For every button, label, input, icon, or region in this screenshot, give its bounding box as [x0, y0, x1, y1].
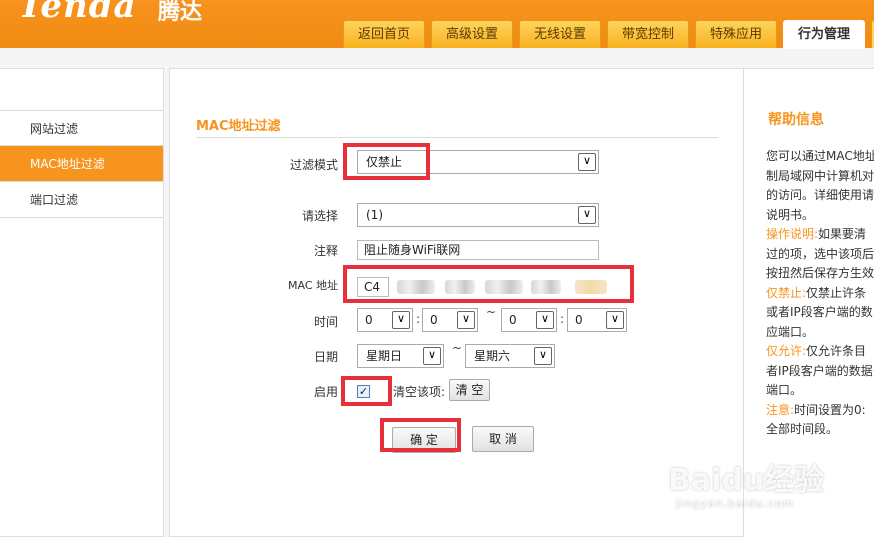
- chevron-down-icon[interactable]: ∨: [578, 153, 596, 171]
- baidu-watermark: Baidu经验: [668, 463, 825, 498]
- end-minute-select[interactable]: 0 ∨: [567, 308, 627, 332]
- help-line: 操作说明:如果要清: [766, 227, 867, 241]
- tab-bandwidth[interactable]: 带宽控制: [607, 20, 689, 48]
- start-hour-select[interactable]: 0 ∨: [357, 308, 413, 332]
- chevron-down-icon[interactable]: ∨: [606, 311, 624, 329]
- help-line: 仅允许:仅允许条目: [766, 344, 867, 358]
- sidebar-item-port-filter[interactable]: 端口过滤: [0, 182, 163, 218]
- note-label: 注释: [313, 244, 338, 258]
- sidebar: 网站过滤 MAC地址过滤 端口过滤: [0, 68, 164, 537]
- rule-select[interactable]: (1) ∨: [357, 203, 599, 227]
- tab-wireless[interactable]: 无线设置: [519, 20, 601, 48]
- rule-select-label: 请选择: [301, 209, 338, 223]
- help-line: 您可以通过MAC地址过: [766, 149, 874, 163]
- start-hour-value: 0: [365, 313, 373, 327]
- end-hour-select[interactable]: 0 ∨: [501, 308, 557, 332]
- tab-behavior-management[interactable]: 行为管理: [783, 20, 865, 49]
- help-line: 者IP段客户端的数据: [766, 363, 873, 378]
- help-line: 说明书。: [766, 207, 815, 222]
- sidebar-item-website-filter[interactable]: 网站过滤: [0, 110, 163, 146]
- chevron-down-icon[interactable]: ∨: [536, 311, 554, 329]
- clear-item-label: 清空该项:: [393, 385, 446, 399]
- sidebar-item-mac-filter[interactable]: MAC地址过滤: [0, 146, 163, 182]
- date-range-separator: ~: [452, 341, 463, 355]
- time-colon: :: [560, 312, 565, 326]
- help-line: 制局域网中计算机对: [766, 168, 874, 183]
- help-title: 帮助信息: [768, 112, 824, 128]
- chevron-down-icon[interactable]: ∨: [534, 347, 552, 365]
- chevron-down-icon[interactable]: ∨: [392, 311, 410, 329]
- end-day-value: 星期六: [474, 349, 511, 363]
- highlight-box-filter-mode: [343, 143, 430, 180]
- highlight-box-ok-button: [380, 418, 461, 452]
- highlight-box-enable: [341, 376, 392, 406]
- tab-special-apps[interactable]: 特殊应用: [695, 20, 777, 48]
- tenda-logo-cn: 腾达: [158, 0, 203, 25]
- help-text: 您可以通过MAC地址过 制局域网中计算机对 的访问。详细使用请 说明书。 操作说…: [766, 147, 874, 440]
- end-hour-value: 0: [509, 313, 517, 327]
- tab-advanced[interactable]: 高级设置: [431, 20, 513, 48]
- help-line: 端口。: [766, 383, 803, 397]
- filter-mode-label: 过滤模式: [289, 158, 338, 172]
- help-line: 全部时间段。: [766, 422, 839, 436]
- chevron-down-icon[interactable]: ∨: [423, 347, 441, 365]
- highlight-box-mac-address: [343, 265, 634, 303]
- help-line: 过的项，选中该项后: [766, 246, 874, 261]
- tab-home[interactable]: 返回首页: [343, 20, 425, 48]
- section-divider: [196, 137, 718, 138]
- top-header: Tenda 腾达 返回首页 高级设置 无线设置 带宽控制 特殊应用 行为管理: [0, 0, 874, 49]
- help-line: 仅禁止:仅禁止许条: [766, 285, 867, 300]
- end-day-select[interactable]: 星期六 ∨: [465, 344, 555, 368]
- chevron-down-icon[interactable]: ∨: [578, 206, 596, 224]
- cancel-button[interactable]: 取 消: [472, 426, 534, 452]
- time-range-separator: ~: [486, 305, 497, 319]
- start-minute-select[interactable]: 0 ∨: [422, 308, 478, 332]
- help-line: 应端口。: [766, 324, 815, 339]
- date-label: 日期: [313, 350, 338, 364]
- mac-address-label: MAC 地址: [288, 279, 338, 292]
- rule-select-value: (1): [366, 208, 383, 222]
- help-line: 注意:时间设置为0:: [766, 402, 866, 417]
- enable-label: 启用: [313, 385, 338, 399]
- chevron-down-icon[interactable]: ∨: [457, 311, 475, 329]
- baidu-watermark-url: jingyan.baidu.com: [676, 497, 795, 510]
- time-label: 时间: [313, 315, 338, 329]
- help-line: 的访问。详细使用请: [766, 188, 874, 202]
- tenda-logo: Tenda: [18, 0, 137, 26]
- start-minute-value: 0: [430, 313, 438, 327]
- clear-button[interactable]: 清 空: [449, 379, 490, 401]
- help-line: 按扭然后保存方生效: [766, 266, 874, 280]
- help-line: 或者IP段客户端的数: [766, 305, 873, 319]
- section-title: MAC地址过滤: [196, 119, 281, 134]
- end-minute-value: 0: [575, 313, 583, 327]
- start-day-select[interactable]: 星期日 ∨: [357, 344, 444, 368]
- note-input[interactable]: 阻止随身WiFi联网: [357, 240, 599, 260]
- time-colon: :: [416, 312, 421, 326]
- start-day-value: 星期日: [366, 349, 403, 363]
